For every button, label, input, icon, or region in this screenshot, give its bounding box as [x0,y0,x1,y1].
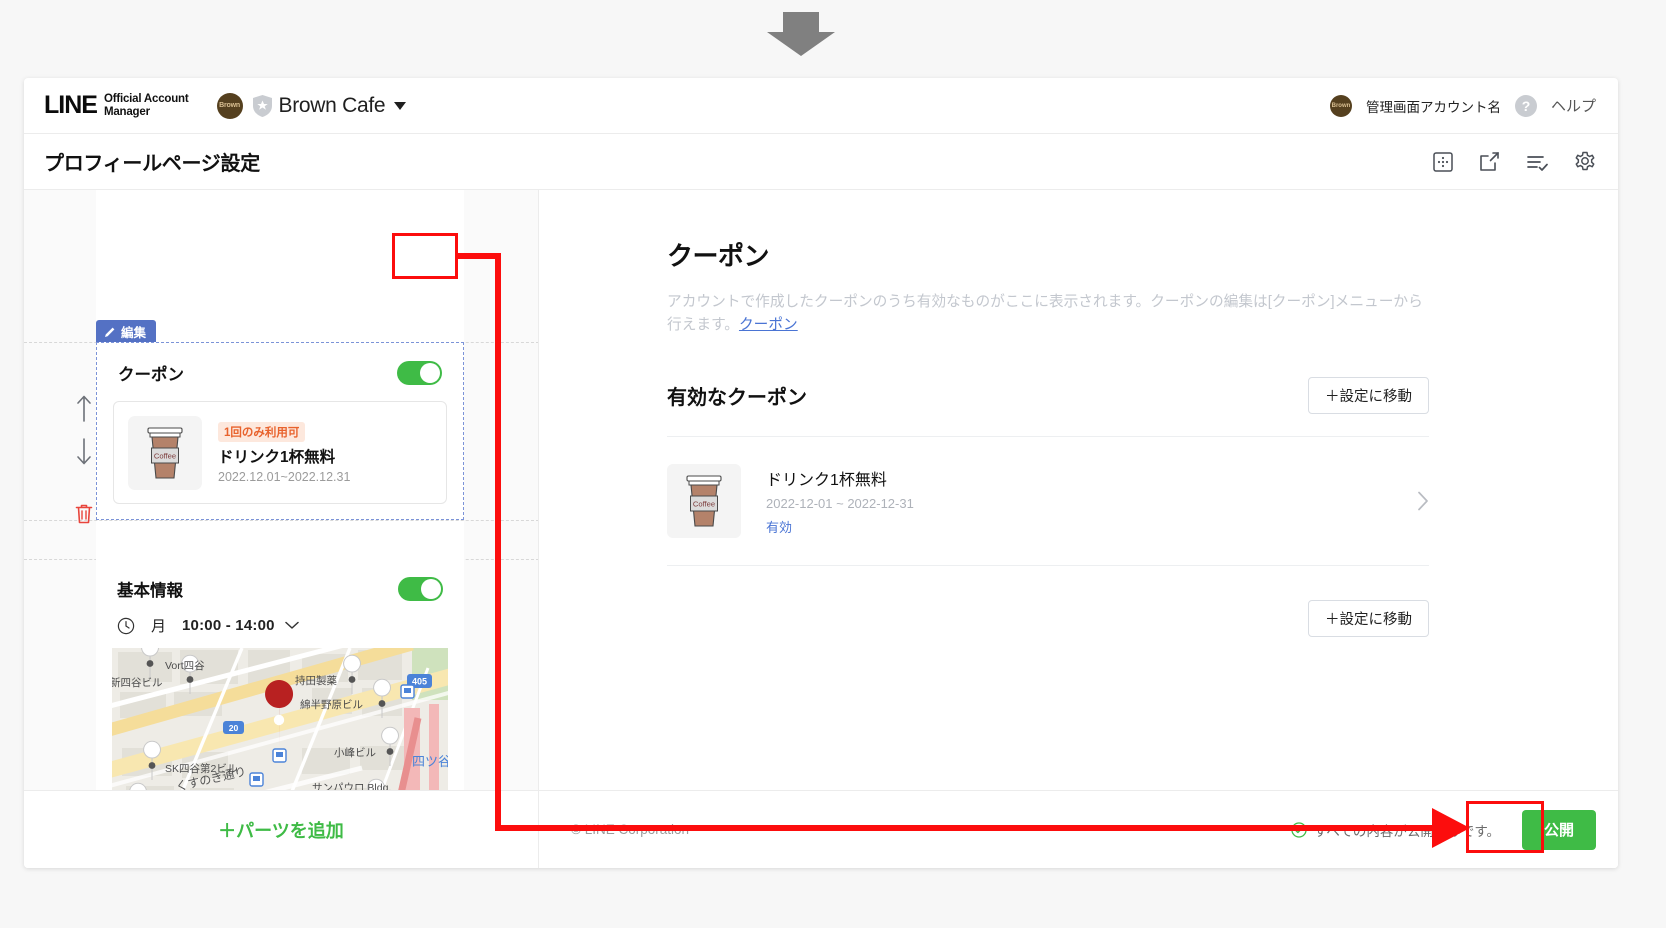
basic-block-toggle[interactable] [398,577,443,601]
settings-description: アカウントで作成したクーポンのうち有効なものがここに表示されます。クーポンの編集… [667,291,1429,337]
app-window: LINE Official Account Manager Brown Brow… [24,78,1618,868]
coupon-row-thumbnail: Coffee [667,464,741,538]
coupon-row-title: ドリンク1杯無料 [766,466,914,490]
external-link-icon[interactable] [1479,151,1500,172]
move-down-icon [75,437,93,467]
publish-status-text: すべての内容が公開済みです。 [1314,820,1500,840]
coupon-block-toggle[interactable] [397,361,442,385]
add-parts-button[interactable]: ＋パーツを追加 [218,817,344,843]
preview-coupon-card[interactable]: Coffee 1回のみ利用可 ドリンク1杯無料 2022.12.01~2022.… [113,401,447,504]
list-check-icon[interactable] [1526,152,1548,172]
move-up-icon [75,393,93,423]
header-right-group: Brown 管理画面アカウント名 ? ヘルプ [1330,95,1596,117]
clock-icon [117,617,135,635]
basic-block-title: 基本情報 [117,577,183,601]
coffee-cup-icon: Coffee [140,424,190,482]
valid-coupon-title: 有効なクーポン [667,381,807,410]
settings-pane: クーポン アカウントで作成したクーポンのうち有効なものがここに表示されます。クー… [539,190,1618,868]
route-shield-20-left: 20 [223,721,244,734]
settings-content: クーポン アカウントで作成したクーポンのうち有効なものがここに表示されます。クー… [539,190,1618,637]
edit-badge[interactable]: 編集 [96,320,156,343]
coupon-menu-link[interactable]: クーポン [739,317,798,333]
toggle-knob [421,579,441,599]
toggle-knob [420,363,440,383]
page-title: プロフィールページ設定 [44,147,260,176]
coupon-block-title: クーポン [118,361,184,385]
copyright-text: © LINE Corporation [571,822,689,837]
publish-button[interactable]: 公開 [1522,810,1596,850]
chevron-right-icon[interactable] [1417,491,1429,511]
gear-icon[interactable] [1574,151,1596,173]
grid-preview-icon[interactable] [1433,152,1453,172]
svg-text:405: 405 [412,677,427,687]
basic-block-header: 基本情報 [96,559,464,601]
settings-heading: クーポン [667,236,1548,273]
footer-left: ＋パーツを追加 [24,791,539,868]
business-hours-time: 10:00 - 14:00 [182,617,275,634]
logo-line-text: LINE [44,93,97,118]
map-label-komine: 小峰ビル [334,747,376,759]
map-label-vort-yotsuya: Vort四谷 [165,660,205,672]
preview-block-coupon[interactable]: クーポン Coffee [96,342,464,520]
admin-account-name[interactable]: 管理画面アカウント名 [1366,96,1501,116]
logo-sub-line1: Official Account [104,93,189,106]
business-hours-row[interactable]: 月 10:00 - 14:00 [96,601,464,636]
svg-text:20: 20 [229,723,239,733]
coupon-card-name: ドリンク1杯無料 [218,445,350,467]
map-label-watahan: 綿半野原ビル [300,698,363,711]
global-header: LINE Official Account Manager Brown Brow… [24,78,1618,134]
coupon-row-meta: ドリンク1杯無料 2022-12-01 ~ 2022-12-31 有効 [766,466,914,536]
editor-body: 編集 クーポン [24,190,1618,868]
account-avatar: Brown [217,93,243,119]
logo-sub-text: Official Account Manager [104,93,189,119]
coupon-card-meta: 1回のみ利用可 ドリンク1杯無料 2022.12.01~2022.12.31 [218,422,350,484]
chevron-down-icon[interactable] [394,102,406,110]
chevron-down-icon[interactable] [285,621,299,630]
svg-text:Coffee: Coffee [693,500,715,509]
coupon-thumbnail: Coffee [128,416,202,490]
move-to-settings-button-top[interactable]: ＋設定に移動 [1308,377,1429,414]
edit-badge-label: 編集 [121,322,146,341]
help-question-icon[interactable]: ? [1515,95,1537,117]
pencil-icon [104,326,116,338]
line-oa-manager-logo[interactable]: LINE Official Account Manager [44,93,189,119]
svg-text:Coffee: Coffee [154,451,176,460]
editor-footer: ＋パーツを追加 © LINE Corporation すべての内容が公開済みです… [24,790,1618,868]
valid-coupon-section-header: 有効なクーポン ＋設定に移動 [667,377,1429,414]
page-titlebar: プロフィールページ設定 [24,134,1618,190]
profile-preview-pane: 編集 クーポン [24,190,539,868]
logo-sub-line2: Manager [104,106,189,119]
screenshot-root: LINE Official Account Manager Brown Brow… [0,0,1666,928]
coffee-cup-icon: Coffee [679,472,729,530]
bottom-button-row: ＋設定に移動 [667,600,1429,637]
admin-avatar: Brown [1330,95,1352,117]
down-arrow-annotation [761,10,841,58]
account-switcher[interactable]: Brown Brown Cafe [217,93,407,119]
coupon-card-date: 2022.12.01~2022.12.31 [218,470,350,484]
titlebar-icon-group [1433,151,1596,173]
map-label-shin-yotsuya: 新四谷ビル [112,676,163,689]
check-circle-icon [1291,822,1307,838]
coupon-row-status: 有効 [766,517,914,536]
map-label-mochida: 持田製薬 [295,674,337,687]
business-hours-day: 月 [151,615,166,636]
verified-shield-icon [253,95,272,117]
coupon-list-row[interactable]: Coffee ドリンク1杯無料 2022-12-01 ~ 2022-12-31 … [667,437,1429,566]
delete-icon [74,503,94,525]
publish-status: すべての内容が公開済みです。 [1291,820,1500,840]
coupon-usage-badge: 1回のみ利用可 [218,422,305,442]
account-name: Brown Cafe [279,94,386,118]
move-to-settings-button-bottom[interactable]: ＋設定に移動 [1308,600,1429,637]
footer-right: すべての内容が公開済みです。 公開 [1291,810,1596,850]
coupon-block-header: クーポン [97,343,463,385]
coupon-row-date: 2022-12-01 ~ 2022-12-31 [766,496,914,511]
help-link[interactable]: ヘルプ [1551,95,1596,116]
map-label-yotsuya-station: 四ツ谷 [412,754,448,769]
